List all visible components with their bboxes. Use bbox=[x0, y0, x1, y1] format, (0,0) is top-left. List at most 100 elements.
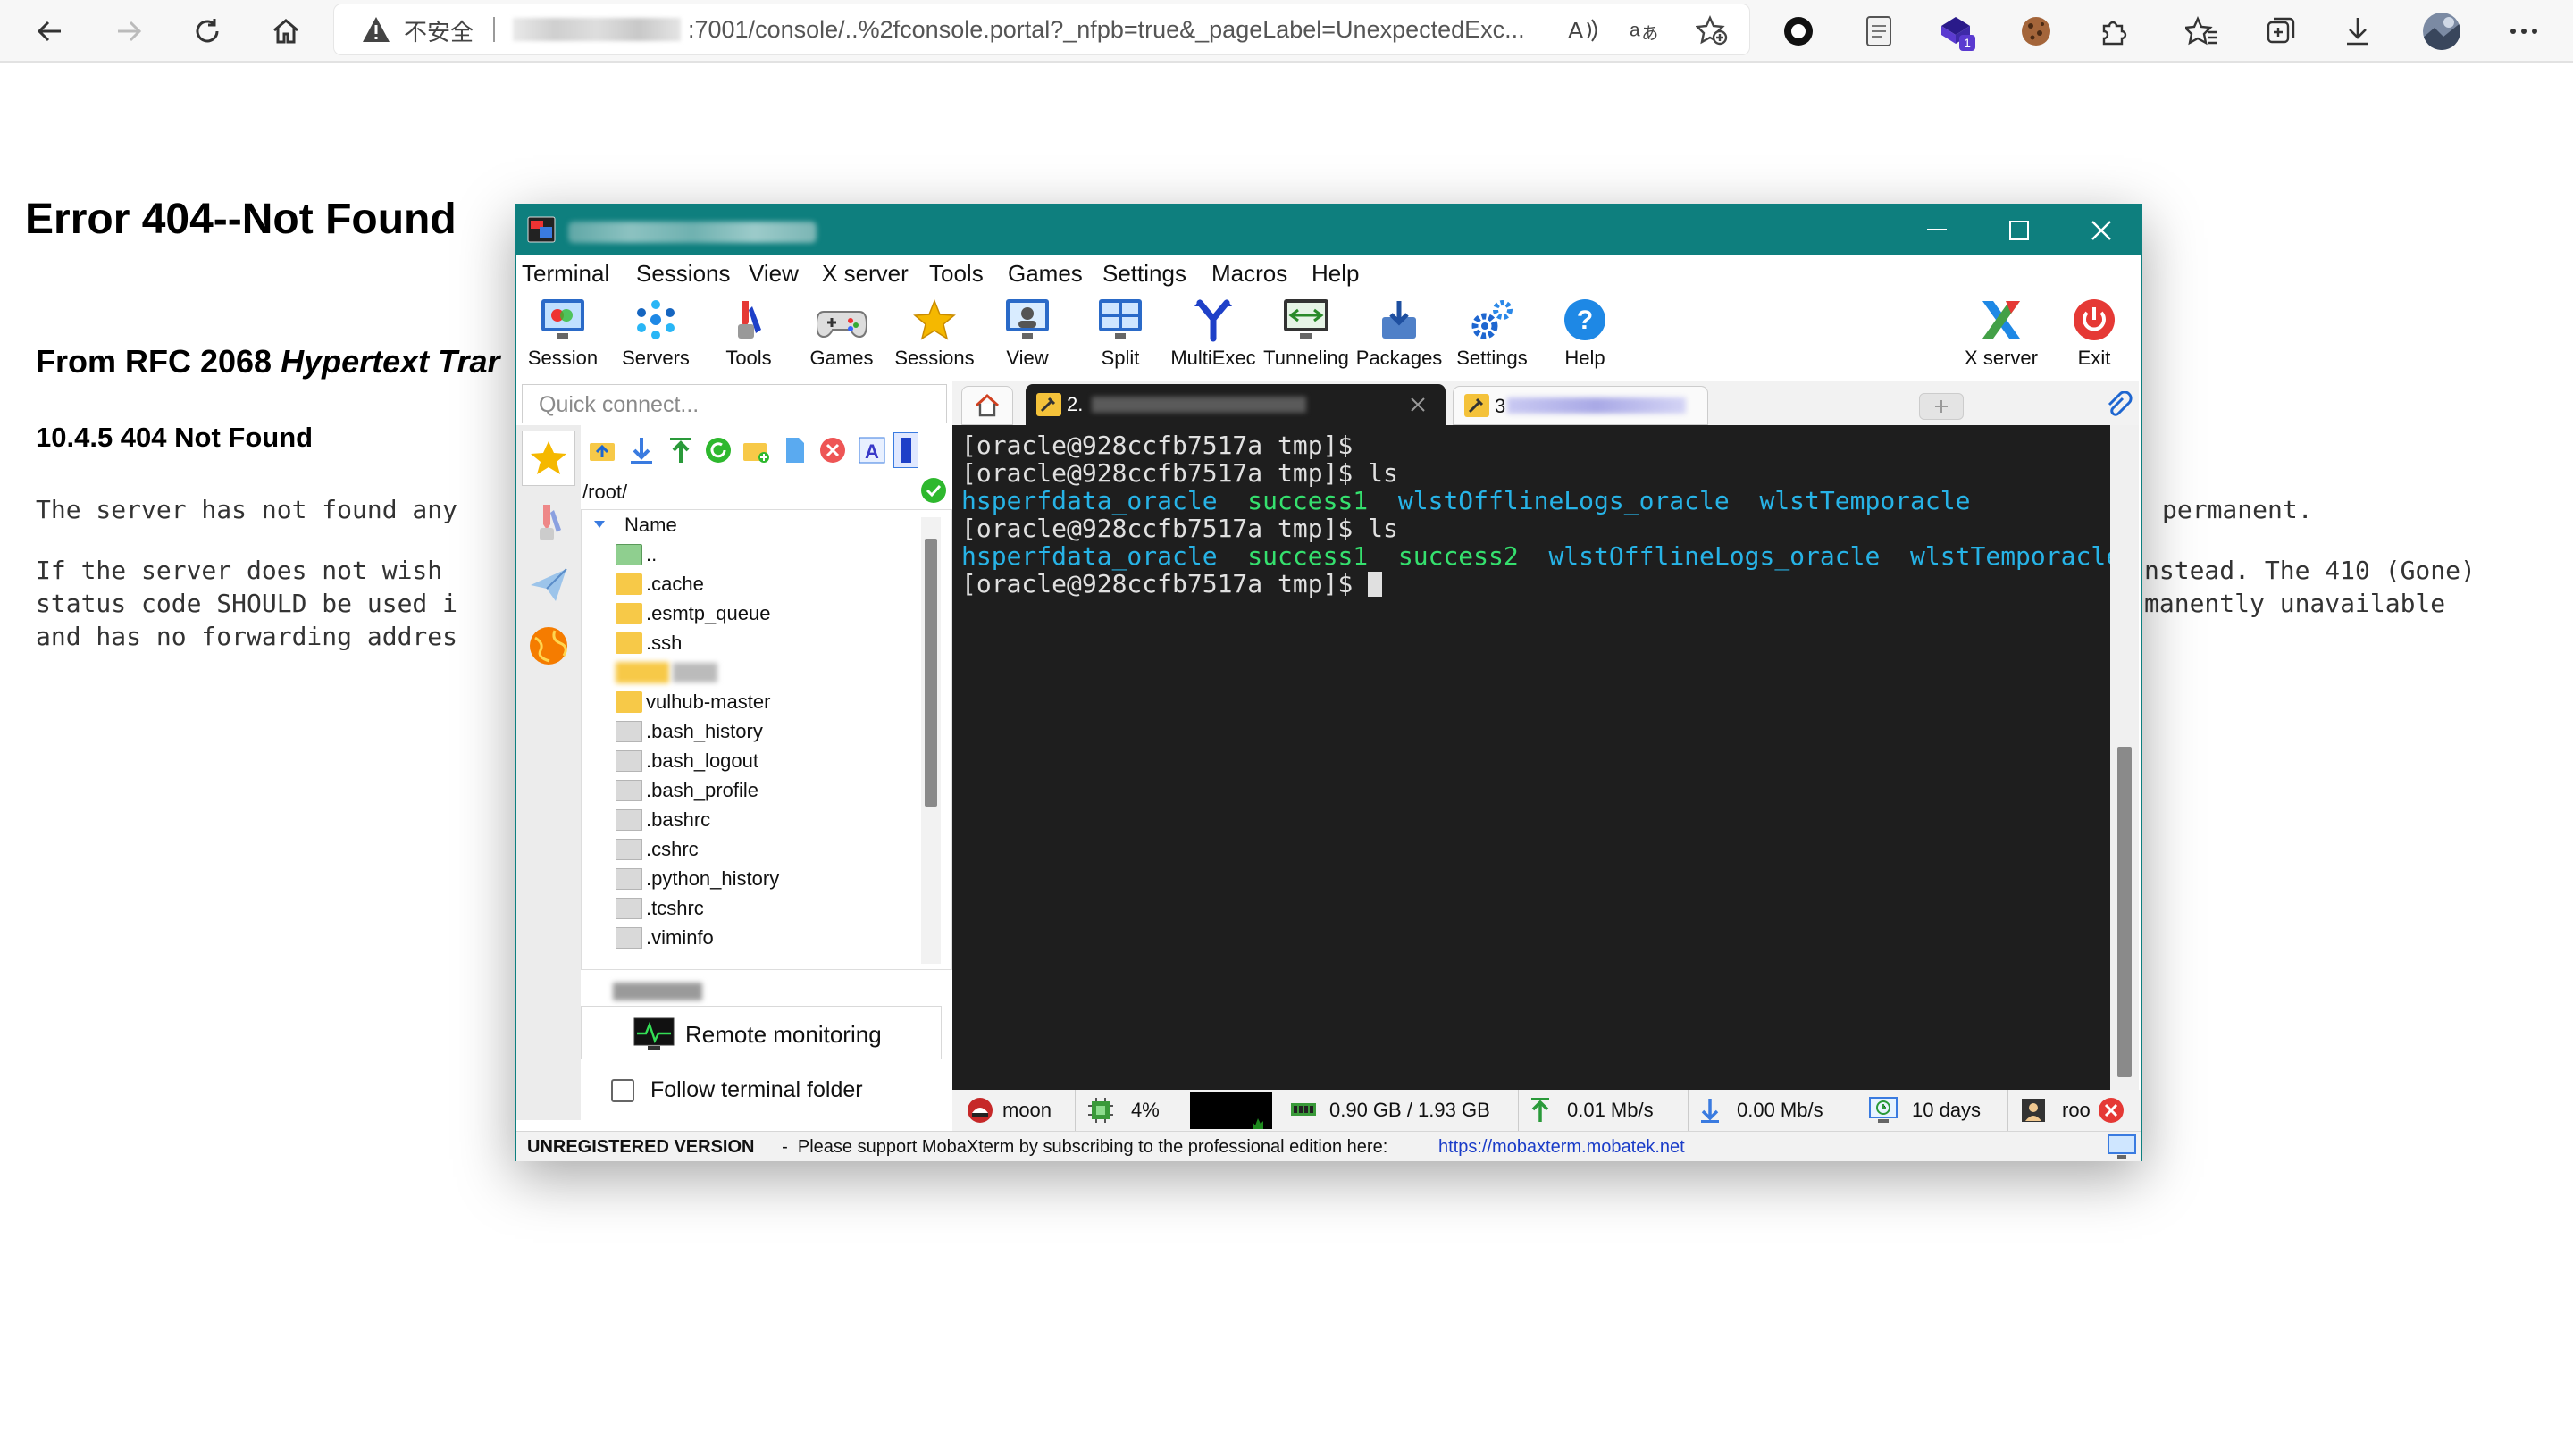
menu-view[interactable]: View bbox=[749, 260, 799, 288]
tool-tools-button[interactable]: Tools bbox=[702, 293, 795, 375]
collections-icon[interactable] bbox=[2259, 9, 2303, 54]
remote-monitoring-button[interactable]: Remote monitoring bbox=[581, 1006, 942, 1059]
file-tree-row[interactable]: .cshrc bbox=[616, 835, 699, 864]
tab-close-icon[interactable] bbox=[1410, 397, 1426, 413]
terminal-toggle-icon[interactable] bbox=[893, 432, 918, 468]
new-folder-icon[interactable] bbox=[742, 436, 770, 464]
file-tree-row[interactable] bbox=[616, 658, 717, 687]
tool-settings-button[interactable]: Settings bbox=[1446, 293, 1538, 375]
extension-circle-icon[interactable] bbox=[1776, 9, 1821, 54]
warning-icon[interactable] bbox=[361, 15, 391, 48]
title-bar[interactable] bbox=[516, 205, 2141, 255]
sftp-path[interactable]: /root/ bbox=[582, 481, 627, 504]
sidebar-tab-sftp[interactable] bbox=[522, 618, 575, 674]
extensions-icon[interactable] bbox=[2092, 9, 2137, 54]
session-tab-1[interactable]: 2. bbox=[1026, 384, 1446, 425]
session-tab-2[interactable]: 3 bbox=[1453, 386, 1708, 425]
file-tree-row[interactable]: .ssh bbox=[616, 629, 682, 657]
new-tab-button[interactable] bbox=[1919, 393, 1964, 420]
file-tree-row[interactable]: .. bbox=[616, 540, 657, 569]
tool-multiexec-button[interactable]: MultiExec bbox=[1167, 293, 1260, 375]
tool-split-button[interactable]: Split bbox=[1074, 293, 1167, 375]
tool-servers-button[interactable]: Servers bbox=[609, 293, 702, 375]
file-tree-row[interactable]: .bash_logout bbox=[616, 747, 758, 775]
cookie-icon[interactable] bbox=[2014, 9, 2058, 54]
tool-help-button[interactable]: ? Help bbox=[1538, 293, 1631, 375]
follow-terminal-folder[interactable]: Follow terminal folder bbox=[581, 1067, 952, 1115]
translate-icon[interactable]: aあ bbox=[1630, 14, 1662, 46]
profile-avatar[interactable] bbox=[2419, 9, 2464, 54]
address-bar[interactable]: 不安全 :7001/console/..%2fconsole.portal?_n… bbox=[334, 4, 1749, 54]
maximize-button[interactable] bbox=[1978, 205, 2060, 255]
menu-x-server[interactable]: X server bbox=[822, 260, 909, 288]
file-tree-row[interactable]: .bash_history bbox=[616, 717, 763, 746]
tree-header-name[interactable]: Name bbox=[624, 514, 677, 537]
quick-connect-input[interactable]: Quick connect... bbox=[522, 384, 947, 423]
file-tree-row[interactable]: .tcshrc bbox=[616, 894, 704, 923]
tool-sessions-button[interactable]: Sessions bbox=[888, 293, 981, 375]
upload-icon[interactable] bbox=[666, 436, 695, 464]
file-tree-row[interactable]: .bash_profile bbox=[616, 776, 758, 805]
refresh-folder-icon[interactable] bbox=[704, 436, 733, 464]
menu-help[interactable]: Help bbox=[1312, 260, 1359, 288]
file-tree-row[interactable]: .cache bbox=[616, 570, 704, 598]
app-icon[interactable] bbox=[527, 216, 556, 243]
rename-icon[interactable]: A bbox=[858, 436, 886, 464]
menu-terminal[interactable]: Terminal bbox=[522, 260, 609, 288]
menu-sessions[interactable]: Sessions bbox=[636, 260, 731, 288]
tree-scrollbar[interactable] bbox=[921, 517, 941, 964]
forward-icon[interactable] bbox=[105, 8, 152, 54]
new-file-icon[interactable] bbox=[781, 436, 809, 464]
tool-packages-button[interactable]: Packages bbox=[1353, 293, 1446, 375]
menu-tools[interactable]: Tools bbox=[929, 260, 984, 288]
read-aloud-icon[interactable]: A bbox=[1567, 14, 1599, 46]
minimize-button[interactable] bbox=[1896, 205, 1978, 255]
menu-games[interactable]: Games bbox=[1008, 260, 1083, 288]
path-ok-icon[interactable] bbox=[920, 477, 947, 504]
status-host[interactable]: moon bbox=[952, 1090, 1076, 1131]
document-icon[interactable] bbox=[1856, 9, 1901, 54]
sort-arrow-icon[interactable] bbox=[592, 519, 607, 530]
menu-settings[interactable]: Settings bbox=[1102, 260, 1186, 288]
tool-tunneling-button[interactable]: Tunneling bbox=[1260, 293, 1353, 375]
terminal-scrollbar-thumb[interactable] bbox=[2117, 747, 2132, 1077]
tool-session-button[interactable]: Session bbox=[516, 293, 609, 375]
refresh-icon[interactable] bbox=[184, 8, 230, 54]
back-icon[interactable] bbox=[27, 8, 73, 54]
close-button[interactable] bbox=[2060, 205, 2142, 255]
downloads-icon[interactable] bbox=[2335, 9, 2380, 54]
attach-icon[interactable] bbox=[2105, 391, 2133, 420]
file-tree-row[interactable]: .viminfo bbox=[616, 924, 714, 952]
sidebar-tab-tools[interactable] bbox=[522, 495, 575, 550]
status-close-icon[interactable] bbox=[2098, 1097, 2125, 1124]
follow-checkbox[interactable] bbox=[611, 1079, 634, 1102]
tool-games-button[interactable]: Games bbox=[795, 293, 888, 375]
file-tree-row[interactable]: .esmtp_queue bbox=[616, 599, 770, 628]
parent-folder-icon[interactable] bbox=[588, 436, 616, 464]
file-tree-row[interactable]: .python_history bbox=[616, 865, 779, 893]
terminal-pane[interactable]: [oracle@928ccfb7517a tmp]$ [oracle@928cc… bbox=[952, 425, 2121, 1090]
favorite-add-icon[interactable] bbox=[1696, 14, 1728, 46]
home-icon[interactable] bbox=[263, 8, 309, 54]
tool-exit-button[interactable]: Exit bbox=[2048, 293, 2141, 375]
delete-icon[interactable] bbox=[818, 436, 847, 464]
menu-macros[interactable]: Macros bbox=[1211, 260, 1287, 288]
home-tab[interactable] bbox=[961, 386, 1013, 425]
favorites-icon[interactable] bbox=[2180, 9, 2225, 54]
tool-xserver-button[interactable]: X server bbox=[1955, 293, 2048, 375]
extension-badge-icon[interactable]: 1 bbox=[1935, 9, 1980, 54]
file-tree-row[interactable]: .bashrc bbox=[616, 806, 710, 834]
security-label[interactable]: 不安全 bbox=[404, 14, 474, 47]
url-text[interactable]: :7001/console/..%2fconsole.portal?_nfpb=… bbox=[688, 16, 1525, 44]
display-icon[interactable] bbox=[2107, 1134, 2137, 1160]
tool-view-button[interactable]: View bbox=[981, 293, 1074, 375]
tree-scrollbar-thumb[interactable] bbox=[925, 539, 937, 807]
terminal-scrollbar[interactable] bbox=[2110, 425, 2139, 1090]
more-icon[interactable] bbox=[2502, 9, 2546, 54]
support-link[interactable]: https://mobaxterm.mobatek.net bbox=[1438, 1137, 1685, 1158]
download-icon[interactable] bbox=[627, 436, 656, 464]
sidebar-tab-macros[interactable] bbox=[522, 557, 575, 613]
sidebar-tab-sessions[interactable] bbox=[522, 431, 575, 486]
file-tree-row[interactable]: vulhub-master bbox=[616, 688, 770, 716]
sftp-path-bar[interactable]: /root/ bbox=[581, 473, 952, 507]
